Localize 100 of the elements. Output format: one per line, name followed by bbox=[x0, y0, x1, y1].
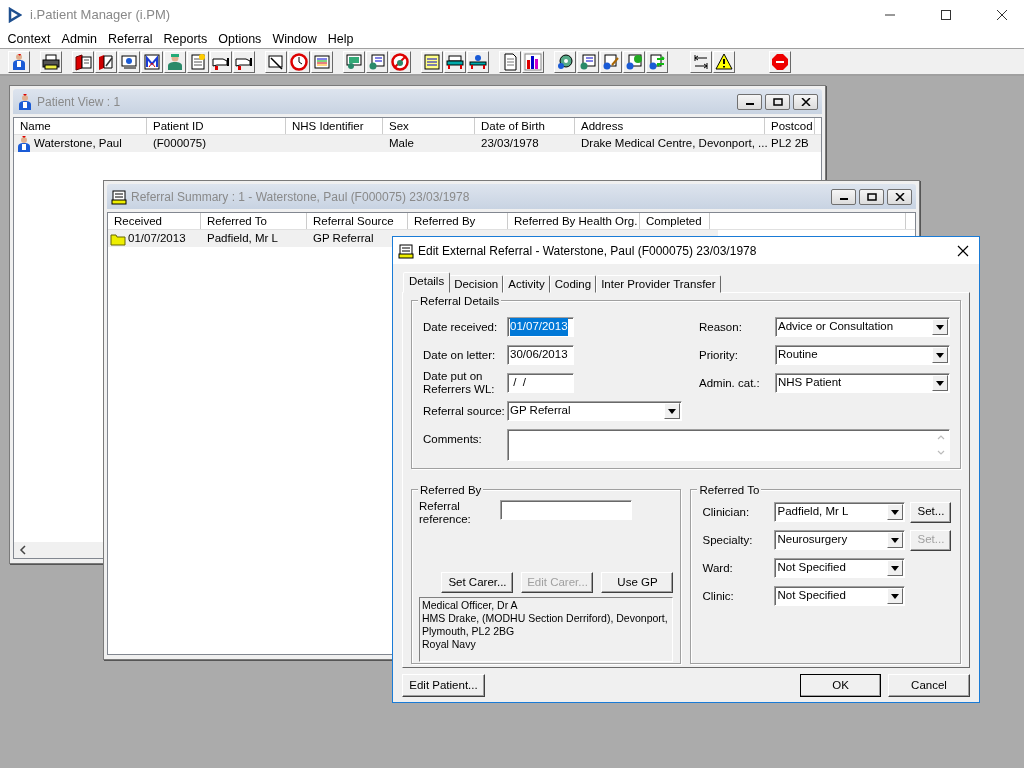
restore-button[interactable] bbox=[765, 93, 790, 110]
column-header[interactable]: Date of Birth bbox=[475, 118, 575, 134]
button[interactable]: Set Carer... bbox=[441, 572, 514, 593]
menu-item[interactable]: Options bbox=[212, 30, 267, 48]
toolbar-button[interactable] bbox=[554, 50, 576, 73]
button: Edit Carer... bbox=[521, 572, 594, 593]
menu-item[interactable]: Help bbox=[322, 30, 360, 48]
notepad-icon bbox=[423, 52, 441, 71]
toolbar-button[interactable] bbox=[233, 50, 255, 73]
column-header[interactable]: Address bbox=[575, 118, 765, 134]
field-label: Specialty: bbox=[702, 533, 754, 547]
column-header[interactable]: Referred To bbox=[201, 213, 307, 229]
column-header[interactable]: Completed bbox=[640, 213, 710, 229]
column-header[interactable]: Referred By Health Org. bbox=[508, 213, 640, 229]
tab[interactable]: Activity bbox=[503, 275, 550, 293]
menu-item[interactable]: Referral bbox=[102, 30, 158, 48]
tab[interactable]: Inter Provider Transfer bbox=[596, 275, 721, 293]
button[interactable]: Use GP bbox=[601, 572, 674, 593]
column-header[interactable]: Referral Source bbox=[307, 213, 408, 229]
menu-item[interactable]: Admin bbox=[56, 30, 103, 48]
column-header[interactable]: Sex bbox=[383, 118, 475, 134]
dropdown[interactable]: Not Specified bbox=[774, 558, 906, 578]
register-icon bbox=[398, 242, 414, 259]
address-line: Plymouth, PL2 2BG bbox=[422, 625, 515, 638]
dropdown[interactable]: Routine bbox=[775, 345, 950, 365]
toolbar-button[interactable] bbox=[72, 50, 94, 73]
menu-item[interactable]: Reports bbox=[158, 30, 213, 48]
date-field[interactable]: 30/06/2013 bbox=[507, 345, 574, 365]
dropdown[interactable]: Padfield, Mr L bbox=[774, 502, 906, 522]
field-label: Referral source: bbox=[423, 404, 506, 418]
column-header[interactable]: Patient ID bbox=[147, 118, 286, 134]
close-button[interactable] bbox=[887, 188, 912, 205]
dropdown[interactable]: GP Referral bbox=[507, 401, 682, 421]
field-label: Referral reference: bbox=[419, 500, 472, 526]
minimize-button[interactable] bbox=[831, 188, 856, 205]
ok-button[interactable]: OK bbox=[800, 674, 881, 697]
date-field[interactable]: / / bbox=[507, 373, 574, 393]
toolbar-button[interactable] bbox=[141, 50, 163, 73]
table-cell-text: Male bbox=[389, 136, 414, 151]
bed-icon bbox=[446, 52, 464, 71]
toolbar-button[interactable] bbox=[467, 50, 489, 73]
column-header[interactable]: Referred By bbox=[408, 213, 508, 229]
input-field[interactable] bbox=[500, 500, 632, 520]
toolbar-button[interactable] bbox=[522, 50, 544, 73]
close-icon[interactable] bbox=[957, 244, 969, 257]
book-icon bbox=[74, 52, 92, 71]
dropdown-arrow-icon[interactable] bbox=[936, 352, 944, 358]
field-label: Clinic: bbox=[702, 589, 735, 603]
close-icon bbox=[894, 192, 905, 201]
dropdown[interactable]: Neurosurgery bbox=[774, 530, 906, 550]
table-row[interactable]: Waterstone, Paul (F000075) Male 23/03/1978 Drake Medical Centre, Devonport, ... PL2 2B bbox=[14, 135, 821, 152]
column-header[interactable]: Name bbox=[14, 118, 147, 134]
close-button[interactable] bbox=[793, 93, 818, 110]
dropdown-arrow-icon[interactable] bbox=[891, 509, 900, 515]
restore-button[interactable] bbox=[859, 188, 884, 205]
close-icon[interactable] bbox=[996, 9, 1008, 21]
dropdown[interactable]: NHS Patient bbox=[775, 373, 950, 393]
menu-item[interactable]: Context bbox=[2, 30, 57, 48]
restore-icon bbox=[772, 97, 783, 106]
person-icon bbox=[16, 135, 32, 152]
scroll-left-icon[interactable] bbox=[18, 545, 28, 555]
dropdown[interactable]: Not Specified bbox=[774, 586, 906, 606]
toolbar-button[interactable] bbox=[8, 50, 30, 73]
toolbar-button[interactable] bbox=[40, 50, 62, 73]
tab[interactable]: Decision bbox=[449, 275, 504, 293]
maximize-icon[interactable] bbox=[940, 9, 952, 21]
minimize-button[interactable] bbox=[737, 93, 762, 110]
edit-patient-button[interactable]: Edit Patient... bbox=[402, 674, 485, 697]
field-label: Admin. cat.: bbox=[699, 376, 761, 390]
toolbar-button[interactable] bbox=[713, 50, 735, 73]
folder-icon bbox=[110, 231, 126, 246]
dropdown-arrow-icon[interactable] bbox=[891, 537, 900, 543]
register-icon bbox=[111, 188, 127, 205]
toolbar-button[interactable] bbox=[444, 50, 466, 73]
column-header[interactable]: Postcod bbox=[765, 118, 815, 134]
bed-icon bbox=[469, 52, 487, 71]
dropdown-arrow-icon[interactable] bbox=[891, 565, 900, 571]
table-cell-text: 01/07/2013 bbox=[128, 231, 186, 246]
stop-sign-icon bbox=[771, 52, 789, 71]
comments-field[interactable] bbox=[507, 429, 950, 461]
button[interactable]: Set... bbox=[910, 501, 952, 523]
toolbar-button[interactable] bbox=[690, 50, 712, 73]
table-cell-text: PL2 2B bbox=[771, 136, 809, 151]
dropdown-arrow-icon[interactable] bbox=[936, 324, 944, 330]
date-field[interactable]: 01/07/2013 bbox=[507, 317, 574, 337]
column-header[interactable]: NHS Identifier bbox=[286, 118, 383, 134]
cancel-button[interactable]: Cancel bbox=[888, 674, 970, 697]
toolbar-button[interactable] bbox=[210, 50, 232, 73]
field-label: Ward: bbox=[702, 561, 734, 575]
column-header[interactable]: Received bbox=[108, 213, 201, 229]
tab[interactable]: Coding bbox=[549, 275, 597, 293]
tab[interactable]: Details bbox=[403, 272, 451, 293]
dropdown-arrow-icon[interactable] bbox=[936, 380, 944, 386]
menu-item[interactable]: Window bbox=[266, 30, 323, 48]
dropdown[interactable]: Advice or Consultation bbox=[775, 317, 950, 337]
field-label: Comments: bbox=[423, 432, 483, 446]
table-cell-text: Waterstone, Paul bbox=[34, 136, 122, 151]
dropdown-arrow-icon[interactable] bbox=[891, 593, 900, 599]
printer-icon bbox=[42, 52, 60, 71]
dropdown-arrow-icon[interactable] bbox=[668, 408, 676, 414]
